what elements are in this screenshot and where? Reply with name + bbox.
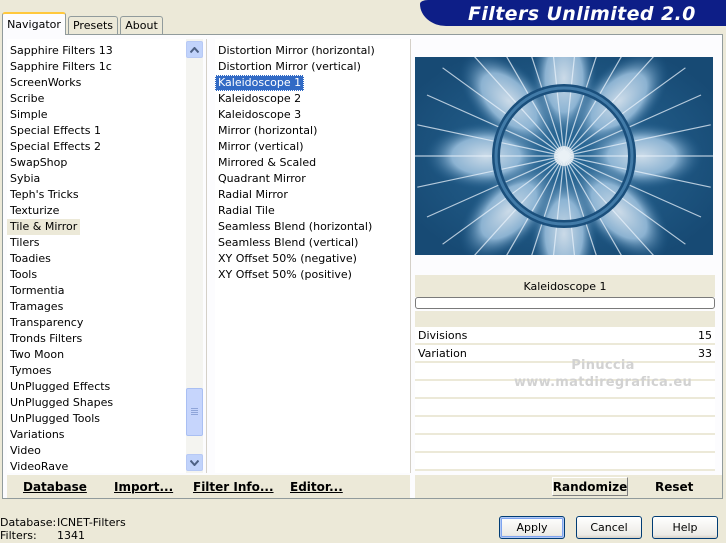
navigator-actions: Database Import... Filter Info... Editor… bbox=[7, 475, 410, 498]
randomize-button[interactable]: Randomize bbox=[552, 477, 628, 496]
category-item[interactable]: UnPlugged Tools bbox=[7, 411, 103, 427]
category-item[interactable]: Sapphire Filters 13 bbox=[7, 43, 116, 59]
category-item[interactable]: Tymoes bbox=[7, 363, 54, 379]
filter-item[interactable]: Quadrant Mirror bbox=[215, 171, 309, 187]
column-divider bbox=[410, 39, 411, 473]
navigator-panel: Sapphire Filters 13 Sapphire Filters 1c Sc… bbox=[2, 34, 723, 499]
watermark-line: www.matdiregrafica.eu bbox=[513, 375, 693, 390]
database-info: Database: ICNET-Filters bbox=[0, 516, 126, 529]
kaleidoscope-preview-image bbox=[415, 57, 713, 255]
category-item[interactable]: Tilers bbox=[7, 235, 43, 251]
category-scrollbar[interactable] bbox=[186, 39, 203, 473]
category-item[interactable]: Texturize bbox=[7, 203, 62, 219]
filter-item[interactable]: XY Offset 50% (negative) bbox=[215, 251, 360, 267]
category-item[interactable]: VideoRave bbox=[7, 459, 71, 475]
filter-name-label: Kaleidoscope 1 bbox=[523, 279, 607, 293]
category-item[interactable]: Tormentia bbox=[7, 283, 67, 299]
empty-parameter-row bbox=[415, 399, 715, 416]
filter-item[interactable]: Mirrored & Scaled bbox=[215, 155, 319, 171]
category-item[interactable]: Tronds Filters bbox=[7, 331, 85, 347]
parameter-value[interactable]: 33 bbox=[698, 347, 712, 360]
progress-bar bbox=[415, 297, 715, 309]
filter-item[interactable]: Kaleidoscope 1 bbox=[215, 75, 305, 91]
apply-button[interactable]: Apply bbox=[499, 516, 565, 539]
parameter-value[interactable]: 15 bbox=[698, 329, 712, 342]
database-value: ICNET-Filters bbox=[57, 516, 126, 529]
category-item[interactable]: Scribe bbox=[7, 91, 47, 107]
empty-parameter-row bbox=[415, 453, 715, 470]
category-item[interactable]: UnPlugged Effects bbox=[7, 379, 113, 395]
filter-item[interactable]: Seamless Blend (horizontal) bbox=[215, 219, 375, 235]
filter-item[interactable]: Radial Tile bbox=[215, 203, 278, 219]
filter-preview bbox=[415, 57, 713, 255]
scroll-up-button[interactable] bbox=[186, 41, 203, 58]
database-label: Database: bbox=[0, 516, 57, 529]
filter-item[interactable]: XY Offset 50% (positive) bbox=[215, 267, 355, 283]
category-item[interactable]: Sybia bbox=[7, 171, 43, 187]
watermark: Pinuccia www.matdiregrafica.eu bbox=[511, 357, 695, 391]
category-item[interactable]: Special Effects 2 bbox=[7, 139, 104, 155]
database-button[interactable]: Database bbox=[23, 478, 87, 496]
category-item[interactable]: Special Effects 1 bbox=[7, 123, 104, 139]
category-item[interactable]: Tile & Mirror bbox=[7, 219, 81, 235]
empty-parameter-row bbox=[415, 435, 715, 452]
tab-navigator[interactable]: Navigator bbox=[2, 12, 66, 35]
banner-title: Filters Unlimited 2.0 bbox=[468, 3, 696, 25]
reset-button[interactable]: Reset bbox=[655, 478, 693, 496]
filter-list[interactable]: Distortion Mirror (horizontal) Distortion… bbox=[215, 39, 410, 473]
filters-count: 1341 bbox=[57, 529, 85, 542]
category-item[interactable]: SwapShop bbox=[7, 155, 70, 171]
category-item[interactable]: Tools bbox=[7, 267, 40, 283]
filter-item[interactable]: Radial Mirror bbox=[215, 187, 291, 203]
category-item[interactable]: ScreenWorks bbox=[7, 75, 84, 91]
arrow-up-icon bbox=[190, 46, 199, 53]
cancel-label: Cancel bbox=[590, 521, 628, 534]
cancel-button[interactable]: Cancel bbox=[576, 516, 642, 539]
import-button[interactable]: Import... bbox=[114, 478, 173, 496]
category-list[interactable]: Sapphire Filters 13 Sapphire Filters 1c Sc… bbox=[7, 39, 187, 473]
filter-name-display: Kaleidoscope 1 bbox=[415, 275, 715, 297]
arrow-down-icon bbox=[190, 459, 199, 466]
tab-label: About bbox=[125, 19, 158, 32]
filter-item[interactable]: Seamless Blend (vertical) bbox=[215, 235, 361, 251]
category-item[interactable]: Sapphire Filters 1c bbox=[7, 59, 115, 75]
watermark-line: Pinuccia bbox=[571, 358, 635, 373]
category-item[interactable]: Video bbox=[7, 443, 44, 459]
filters-label: Filters: bbox=[0, 529, 37, 542]
parameter-actions: Randomize Reset bbox=[415, 475, 722, 498]
category-item[interactable]: Two Moon bbox=[7, 347, 67, 363]
editor-button[interactable]: Editor... bbox=[290, 478, 343, 496]
category-item[interactable]: Toadies bbox=[7, 251, 54, 267]
filter-item[interactable]: Mirror (horizontal) bbox=[215, 123, 320, 139]
filter-item[interactable]: Distortion Mirror (horizontal) bbox=[215, 43, 378, 59]
tab-about[interactable]: About bbox=[120, 16, 163, 34]
tab-label: Navigator bbox=[7, 18, 61, 31]
category-item[interactable]: Transparency bbox=[7, 315, 86, 331]
filter-item[interactable]: Distortion Mirror (vertical) bbox=[215, 59, 364, 75]
parameter-label: Variation bbox=[418, 346, 467, 360]
help-label: Help bbox=[672, 521, 698, 534]
category-item[interactable]: Tramages bbox=[7, 299, 66, 315]
filter-item[interactable]: Kaleidoscope 2 bbox=[215, 91, 304, 107]
apply-label: Apply bbox=[516, 521, 548, 534]
empty-parameter-row bbox=[415, 417, 715, 434]
scroll-thumb[interactable] bbox=[186, 388, 203, 436]
filter-info-button[interactable]: Filter Info... bbox=[193, 478, 274, 496]
category-item[interactable]: UnPlugged Shapes bbox=[7, 395, 116, 411]
parameter-label: Divisions bbox=[418, 328, 468, 342]
randomize-label: Randomize bbox=[552, 479, 628, 494]
column-divider bbox=[206, 39, 207, 473]
tab-label: Presets bbox=[72, 19, 114, 32]
help-button[interactable]: Help bbox=[652, 516, 718, 539]
tab-presets[interactable]: Presets bbox=[68, 16, 118, 34]
filters-info: Filters: 1341 bbox=[0, 529, 85, 542]
category-item[interactable]: Teph's Tricks bbox=[7, 187, 82, 203]
category-item[interactable]: Variations bbox=[7, 427, 68, 443]
category-item[interactable]: Simple bbox=[7, 107, 51, 123]
filter-item[interactable]: Kaleidoscope 3 bbox=[215, 107, 304, 123]
scroll-down-button[interactable] bbox=[186, 454, 203, 471]
filter-item[interactable]: Mirror (vertical) bbox=[215, 139, 307, 155]
parameter-row[interactable]: Divisions 15 bbox=[415, 327, 715, 344]
